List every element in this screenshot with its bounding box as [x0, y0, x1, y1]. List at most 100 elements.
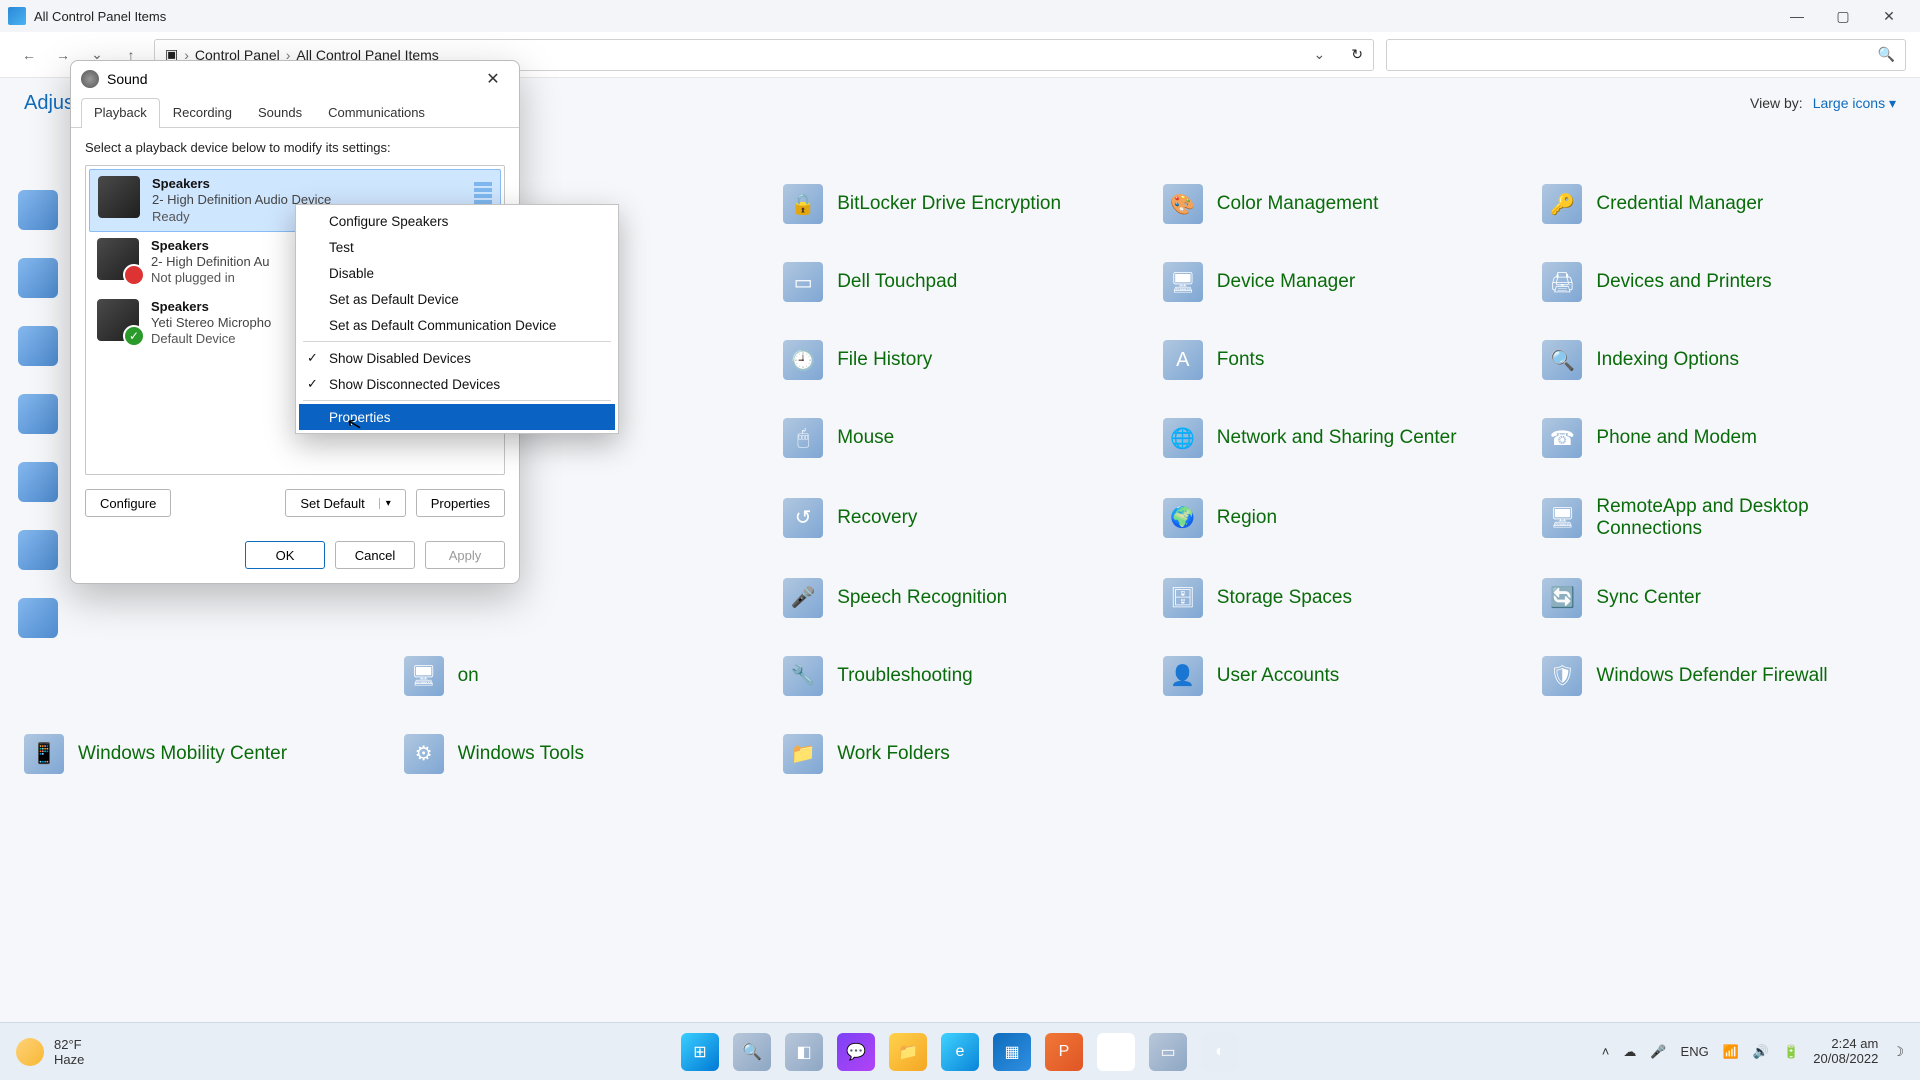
dialog-titlebar: Sound ✕ — [71, 61, 519, 97]
cp-item[interactable]: 🔒BitLocker Drive Encryption — [775, 180, 1145, 228]
menu-separator — [303, 400, 611, 401]
minimize-button[interactable]: — — [1774, 0, 1820, 32]
menu-item[interactable]: Show Disconnected Devices — [299, 371, 615, 397]
store-button[interactable]: ▦ — [993, 1033, 1031, 1071]
search-input[interactable]: 🔍 — [1386, 39, 1906, 71]
volume-icon[interactable]: 🔊 — [1753, 1044, 1769, 1060]
app-button-active[interactable]: ◐ — [1201, 1033, 1239, 1071]
properties-button[interactable]: Properties — [416, 489, 505, 517]
device-text: Speakers2- High Definition AuNot plugged… — [151, 238, 270, 287]
taskbar-weather[interactable]: 82°F Haze — [16, 1037, 84, 1067]
refresh-button[interactable]: ↻ — [1351, 46, 1363, 63]
cp-item-label: Indexing Options — [1596, 349, 1739, 371]
clock-date: 20/08/2022 — [1813, 1052, 1878, 1067]
language-indicator[interactable]: ENG — [1681, 1044, 1709, 1059]
battery-icon[interactable]: 🔋 — [1783, 1044, 1799, 1060]
powerpoint-button[interactable]: P — [1045, 1033, 1083, 1071]
weather-temp: 82°F — [54, 1037, 84, 1052]
cp-item-icon: 🔍 — [1542, 340, 1582, 380]
cp-item-icon: 📱 — [24, 734, 64, 774]
cp-item[interactable]: 🖥 RemoteApp and Desktop Connections — [1534, 492, 1904, 544]
cp-item-icon: 🖥 — [1542, 498, 1582, 538]
apply-button[interactable]: Apply — [425, 541, 505, 569]
cp-item[interactable]: 🎤Speech Recognition — [775, 574, 1145, 622]
configure-button[interactable]: Configure — [85, 489, 171, 517]
cp-item[interactable]: 🔍 Indexing Options — [1534, 336, 1904, 384]
viewby-dropdown[interactable]: Large icons ▾ — [1813, 95, 1896, 112]
cp-item[interactable]: AFonts — [1155, 336, 1525, 384]
app-button[interactable]: ▭ — [1149, 1033, 1187, 1071]
menu-item[interactable]: Set as Default Communication Device — [299, 312, 615, 338]
search-icon: 🔍 — [1878, 46, 1895, 63]
cp-item[interactable]: 📱 Windows Mobility Center — [16, 730, 386, 778]
taskbar: 82°F Haze ⊞ 🔍 ◧ 💬 📁 e ▦ P ◯ ▭ ◐ ˄ ☁ 🎤 EN… — [0, 1022, 1920, 1080]
cp-item-icon: ☎ — [1542, 418, 1582, 458]
taskview-button[interactable]: ◧ — [785, 1033, 823, 1071]
menu-item[interactable]: Test — [299, 234, 615, 260]
cp-item-label: RemoteApp and Desktop Connections — [1596, 496, 1896, 540]
cp-item[interactable]: ▭Dell Touchpad — [775, 258, 1145, 306]
cp-item[interactable]: ⚙Windows Tools — [396, 730, 766, 778]
search-button[interactable]: 🔍 — [733, 1033, 771, 1071]
maximize-button[interactable]: ▢ — [1820, 0, 1866, 32]
cp-item-icon: 🗄 — [1163, 578, 1203, 618]
speaker-icon — [97, 238, 139, 280]
cp-item-icon: ↺ — [783, 498, 823, 538]
cp-item[interactable]: 🖨Devices and Printers — [1534, 258, 1904, 306]
cp-item[interactable]: 🔧Troubleshooting — [775, 652, 1145, 700]
cp-item[interactable]: 🛡Windows Defender Firewall — [1534, 652, 1904, 700]
dialog-close-button[interactable]: ✕ — [477, 65, 509, 93]
cp-item[interactable]: 🖥 Device Manager — [1155, 258, 1525, 306]
clock-time: 2:24 am — [1813, 1037, 1878, 1052]
cp-item[interactable]: 🔄Sync Center — [1534, 574, 1904, 622]
start-button[interactable]: ⊞ — [681, 1033, 719, 1071]
cancel-button[interactable]: Cancel — [335, 541, 415, 569]
tab-playback[interactable]: Playback — [81, 98, 160, 128]
close-button[interactable]: ✕ — [1866, 0, 1912, 32]
cp-item[interactable]: 👤User Accounts — [1155, 652, 1525, 700]
cp-item-icon: 🖨 — [1542, 262, 1582, 302]
cp-item-icon: 📁 — [783, 734, 823, 774]
clock[interactable]: 2:24 am 20/08/2022 — [1813, 1037, 1878, 1067]
wifi-icon[interactable]: 📶 — [1723, 1044, 1739, 1060]
menu-item[interactable]: Show Disabled Devices — [299, 345, 615, 371]
chat-button[interactable]: 💬 — [837, 1033, 875, 1071]
cp-item[interactable]: ↺Recovery — [775, 492, 1145, 544]
ok-button[interactable]: OK — [245, 541, 325, 569]
cp-item-label: Device Manager — [1217, 271, 1355, 293]
cp-item[interactable]: 🕘File History — [775, 336, 1145, 384]
cp-item[interactable]: 📁 Work Folders — [775, 730, 1145, 778]
tray-expand-icon[interactable]: ˄ — [1602, 1044, 1610, 1059]
menu-item[interactable]: Set as Default Device — [299, 286, 615, 312]
tab-communications[interactable]: Communications — [315, 98, 438, 128]
tab-recording[interactable]: Recording — [160, 98, 245, 128]
cp-item[interactable]: 🌐Network and Sharing Center — [1155, 414, 1525, 462]
onedrive-icon[interactable]: ☁ — [1623, 1044, 1636, 1060]
cp-item[interactable]: 🗄Storage Spaces — [1155, 574, 1525, 622]
cp-item-label: Mouse — [837, 427, 894, 449]
menu-item[interactable]: Disable — [299, 260, 615, 286]
notifications-icon[interactable]: ☽ — [1892, 1044, 1904, 1060]
chrome-button[interactable]: ◯ — [1097, 1033, 1135, 1071]
cp-item-icon: 🔒 — [783, 184, 823, 224]
cp-item[interactable]: 🔑Credential Manager — [1534, 180, 1904, 228]
explorer-button[interactable]: 📁 — [889, 1033, 927, 1071]
cp-item-label: Windows Mobility Center — [78, 743, 287, 765]
cp-item[interactable]: 🖱 Mouse — [775, 414, 1145, 462]
set-default-button[interactable]: Set Default — [285, 489, 405, 517]
edge-button[interactable]: e — [941, 1033, 979, 1071]
cp-item-icon: 🖥 — [1163, 262, 1203, 302]
cp-item[interactable]: 🌍Region — [1155, 492, 1525, 544]
tab-sounds[interactable]: Sounds — [245, 98, 315, 128]
cp-item[interactable]: ☎Phone and Modem — [1534, 414, 1904, 462]
cp-item-label: User Accounts — [1217, 665, 1340, 687]
device-text: SpeakersYeti Stereo MicrophoDefault Devi… — [151, 299, 271, 348]
cp-item-label: Work Folders — [837, 743, 950, 765]
cp-item-icon: 🖱 — [783, 418, 823, 458]
nav-back-button[interactable]: ← — [18, 44, 40, 66]
cp-item[interactable]: 🎨Color Management — [1155, 180, 1525, 228]
cp-item[interactable]: 🖥on — [396, 652, 766, 700]
menu-item[interactable]: Configure Speakers — [299, 208, 615, 234]
mic-icon[interactable]: 🎤 — [1650, 1044, 1666, 1060]
addr-dropdown-icon[interactable]: ⌄ — [1314, 46, 1326, 63]
